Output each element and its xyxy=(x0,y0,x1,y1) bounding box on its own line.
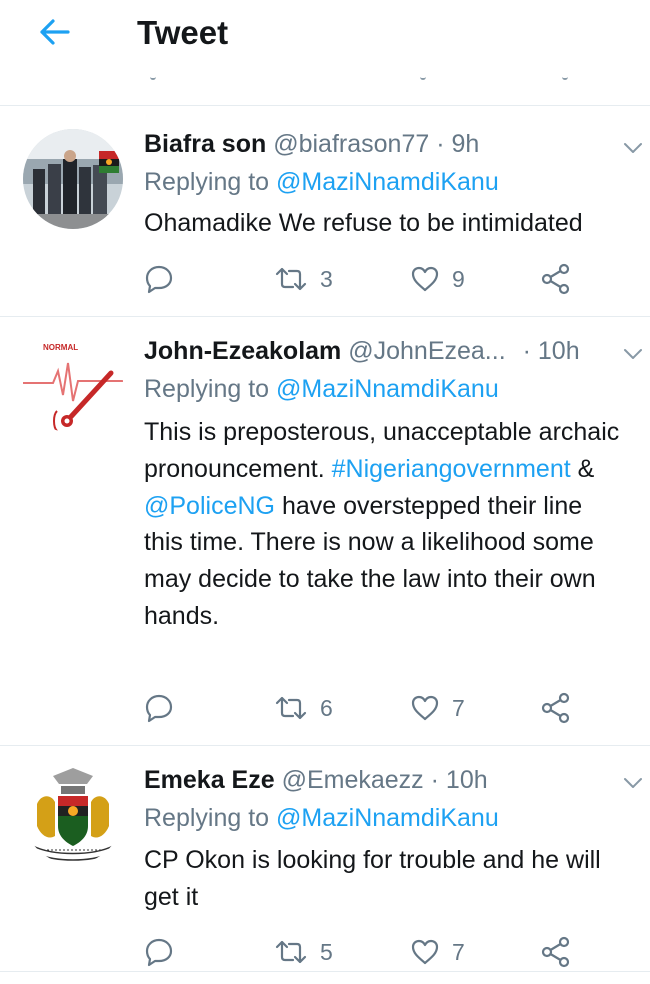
username[interactable]: @Emekaezz xyxy=(282,766,424,794)
retweet-count: 6 xyxy=(320,694,333,721)
chevron-down-icon[interactable] xyxy=(622,137,644,159)
share-button[interactable] xyxy=(540,690,572,726)
heart-icon xyxy=(411,939,439,965)
comment-icon xyxy=(145,938,173,967)
like-button[interactable]: 7 xyxy=(410,690,465,726)
retweet-count: 3 xyxy=(320,265,333,292)
chevron-down-icon[interactable] xyxy=(622,772,644,794)
tweet-text: Ohamadike We refuse to be intimidated xyxy=(144,209,583,237)
retweet-button[interactable]: 6 xyxy=(274,690,333,726)
reply-button[interactable] xyxy=(144,261,186,297)
tweet-text: This is preposterous, unacceptable archa… xyxy=(144,418,620,630)
share-icon xyxy=(541,936,570,968)
retweet-button[interactable]: 5 xyxy=(274,934,333,970)
username[interactable]: @JohnEzea... xyxy=(348,337,505,365)
like-count: 7 xyxy=(452,694,465,721)
display-name[interactable]: Biafra son xyxy=(144,130,266,158)
share-button[interactable] xyxy=(540,261,572,297)
reply-button[interactable] xyxy=(144,690,186,726)
username[interactable]: @biafrason77 xyxy=(273,130,429,158)
arrow-left-icon xyxy=(40,19,70,45)
timestamp[interactable]: · 10h xyxy=(431,766,488,794)
replying-to: Replying to @MaziNnamdiKanu xyxy=(144,168,499,196)
comment-icon xyxy=(145,694,173,723)
tweet-header: John-Ezeakolam @JohnEzea... · 10h xyxy=(144,334,634,368)
retweet-icon xyxy=(275,696,307,720)
avatar[interactable] xyxy=(23,764,123,864)
mention-link[interactable]: @PoliceNG xyxy=(144,492,275,520)
retweet-count: 5 xyxy=(320,938,333,965)
timestamp[interactable]: · 10h xyxy=(523,337,580,365)
heart-icon xyxy=(411,266,439,292)
tweet-actions: 3 9 xyxy=(144,261,594,297)
replying-to: Replying to @MaziNnamdiKanu xyxy=(144,804,499,832)
share-button[interactable] xyxy=(540,934,572,970)
like-button[interactable]: 9 xyxy=(410,261,465,297)
page-title: Tweet xyxy=(137,14,229,51)
mention-link[interactable]: @MaziNnamdiKanu xyxy=(276,168,499,196)
display-name[interactable]: Emeka Eze xyxy=(144,766,275,794)
mention-link[interactable]: @MaziNnamdiKanu xyxy=(276,375,499,403)
previous-tweet-remnant xyxy=(0,76,650,106)
avatar[interactable]: NORMAL xyxy=(23,333,123,433)
back-button[interactable] xyxy=(36,14,72,50)
tweet-header: Biafra son @biafrason77 · 9h xyxy=(144,127,634,161)
share-icon xyxy=(541,263,570,295)
tweet-text: CP Okon is looking for trouble and he wi… xyxy=(144,846,601,911)
tweet-header: Emeka Eze @Emekaezz · 10h xyxy=(144,763,634,797)
comment-icon xyxy=(145,265,173,294)
share-icon xyxy=(541,692,570,724)
like-count: 7 xyxy=(452,938,465,965)
top-app-bar: Tweet xyxy=(0,0,650,76)
avatar-label: NORMAL xyxy=(43,343,78,352)
timestamp[interactable]: · 9h xyxy=(436,130,479,158)
tweet-actions: 6 7 xyxy=(144,690,594,726)
replying-to: Replying to @MaziNnamdiKanu xyxy=(144,375,499,403)
retweet-icon xyxy=(275,940,307,964)
tweet-reply[interactable]: Biafra son @biafrason77 · 9h Replying to… xyxy=(0,107,650,317)
display-name[interactable]: John-Ezeakolam xyxy=(144,337,341,365)
retweet-button[interactable]: 3 xyxy=(274,261,333,297)
tweet-reply[interactable]: Emeka Eze @Emekaezz · 10h Replying to @M… xyxy=(0,746,650,972)
tweet-actions: 5 7 xyxy=(144,934,594,970)
like-button[interactable]: 7 xyxy=(410,934,465,970)
tweet-reply[interactable]: NORMAL John-Ezeakolam @JohnEzea... · 10h… xyxy=(0,317,650,746)
mention-link[interactable]: @MaziNnamdiKanu xyxy=(276,804,499,832)
retweet-icon xyxy=(275,267,307,291)
heart-icon xyxy=(411,695,439,721)
like-count: 9 xyxy=(452,265,465,292)
hashtag-link[interactable]: #Nigeriangovernment xyxy=(332,455,571,483)
reply-button[interactable] xyxy=(144,934,186,970)
chevron-down-icon[interactable] xyxy=(622,343,644,365)
avatar[interactable] xyxy=(23,129,123,229)
